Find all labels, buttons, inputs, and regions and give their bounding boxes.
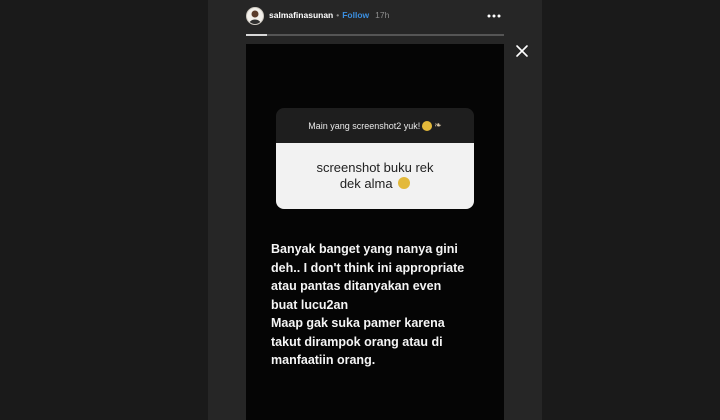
caption-line: buat lucu2an — [271, 297, 349, 312]
caption-line: deh.. I don't think ini appropriate — [271, 260, 465, 275]
winking-tongue-face-icon — [398, 177, 411, 189]
question-text: Main yang screenshot2 yuk! — [308, 120, 421, 131]
answer-line-2: dek alma — [276, 176, 474, 192]
username-link[interactable]: salmafinasunan — [269, 10, 333, 20]
separator-dot: • — [336, 10, 340, 20]
caption-line: Maap gak suka pamer karena — [271, 316, 445, 330]
caption-line: Banyak banget yang nanya gini — [271, 242, 458, 256]
follow-button[interactable]: Follow — [342, 10, 369, 20]
story-progress-fill — [246, 34, 267, 36]
user-row: salmafinasunan • Follow 17h — [269, 10, 389, 20]
grinning-face-icon — [422, 120, 433, 131]
left-backdrop — [0, 0, 208, 420]
caption-line: manfaatiin orang. — [271, 353, 376, 367]
story-caption: Banyak banget yang nanya gini deh.. I do… — [271, 240, 501, 370]
caption-line: atau pantas ditanyakan even — [271, 279, 442, 293]
question-header: Main yang screenshot2 yuk! ❧ — [276, 108, 474, 143]
question-sticker: Main yang screenshot2 yuk! ❧ screenshot … — [276, 108, 474, 209]
story-progress-bar — [246, 34, 504, 36]
answer-line: dek alma — [339, 176, 393, 191]
story-content[interactable]: Main yang screenshot2 yuk! ❧ screenshot … — [246, 44, 504, 420]
more-options-icon[interactable] — [486, 6, 502, 26]
story-viewer-panel: salmafinasunan • Follow 17h Main yang sc… — [208, 0, 542, 420]
answer-line: screenshot buku rek — [316, 160, 434, 175]
avatar-image — [249, 10, 261, 24]
avatar[interactable] — [246, 7, 264, 25]
right-backdrop — [542, 0, 720, 420]
close-icon[interactable] — [514, 43, 530, 59]
story-header: salmafinasunan • Follow 17h — [208, 0, 542, 34]
post-time: 17h — [375, 10, 390, 20]
caption-line: takut dirampok orang atau di — [271, 334, 443, 349]
folded-hands-icon: ❧ — [434, 120, 442, 130]
question-answer: screenshot buku rek dek alma — [276, 143, 474, 209]
